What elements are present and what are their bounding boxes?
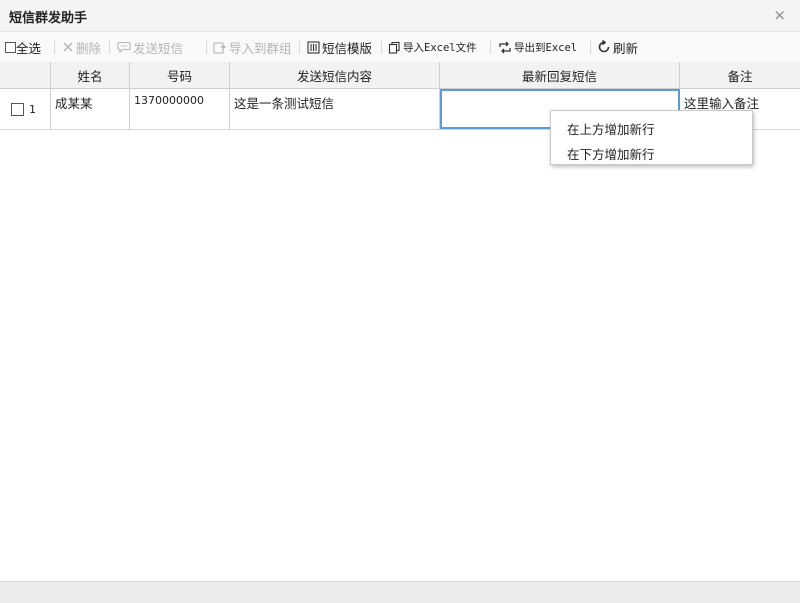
select-all-label: 全选 [16, 40, 42, 56]
header-rownum [0, 62, 51, 88]
toolbar: 全选 删除 发送短信 导入到群组 短信模版 导入Excel文件 导出到Excel… [0, 32, 800, 63]
insert-row-above-item[interactable]: 在上方增加新行 [567, 119, 655, 138]
cell-content[interactable]: 这是一条测试短信 [230, 89, 440, 129]
window-title: 短信群发助手 [9, 11, 88, 26]
header-reply[interactable]: 最新回复短信 [440, 62, 680, 88]
chat-bubble-icon [117, 41, 131, 53]
import-excel-button[interactable]: 导入Excel文件 [388, 38, 477, 56]
toolbar-separator [54, 41, 55, 54]
refresh-button[interactable]: 刷新 [597, 38, 638, 56]
toolbar-separator [381, 41, 382, 54]
send-sms-label: 发送短信 [133, 40, 184, 56]
header-content[interactable]: 发送短信内容 [230, 62, 440, 88]
send-sms-button[interactable]: 发送短信 [117, 38, 183, 56]
title-bar: 短信群发助手 × [0, 0, 800, 32]
toolbar-separator [299, 41, 300, 54]
import-excel-label: 导入Excel文件 [403, 41, 477, 54]
import-group-label: 导入到群组 [229, 40, 292, 56]
insert-row-below-item[interactable]: 在下方增加新行 [567, 144, 655, 163]
cell-name[interactable]: 成某某 [51, 89, 130, 129]
cell-phone[interactable]: 1370000000 [130, 89, 230, 129]
select-all-button[interactable]: 全选 [5, 38, 41, 56]
copy-file-icon [388, 41, 401, 54]
header-note[interactable]: 备注 [680, 62, 800, 88]
sms-template-button[interactable]: 短信模版 [307, 38, 372, 56]
refresh-icon [597, 40, 611, 54]
export-excel-button[interactable]: 导出到Excel [498, 38, 577, 56]
horizontal-scrollbar[interactable] [0, 581, 800, 603]
export-loop-icon [498, 41, 512, 54]
toolbar-separator [590, 41, 591, 54]
toolbar-separator [490, 41, 491, 54]
export-excel-label: 导出到Excel [514, 41, 578, 54]
toolbar-separator [206, 41, 207, 54]
row-selector[interactable]: 1 [0, 89, 51, 129]
refresh-label: 刷新 [613, 40, 639, 56]
close-icon[interactable]: × [773, 6, 786, 24]
row-checkbox[interactable] [11, 102, 24, 116]
delete-icon [62, 41, 74, 53]
sms-template-label: 短信模版 [322, 40, 373, 56]
select-all-checkbox[interactable] [5, 41, 16, 53]
import-group-button[interactable]: 导入到群组 [213, 38, 292, 56]
header-phone[interactable]: 号码 [130, 62, 230, 88]
delete-label: 删除 [76, 40, 102, 56]
row-number: 1 [29, 102, 36, 116]
context-menu: 在上方增加新行 在下方增加新行 [550, 110, 753, 165]
header-name[interactable]: 姓名 [51, 62, 130, 88]
import-group-icon [213, 41, 227, 54]
table-header: 姓名 号码 发送短信内容 最新回复短信 备注 [0, 62, 800, 89]
template-icon [307, 40, 320, 54]
delete-button[interactable]: 删除 [62, 38, 101, 56]
toolbar-separator [109, 41, 110, 54]
